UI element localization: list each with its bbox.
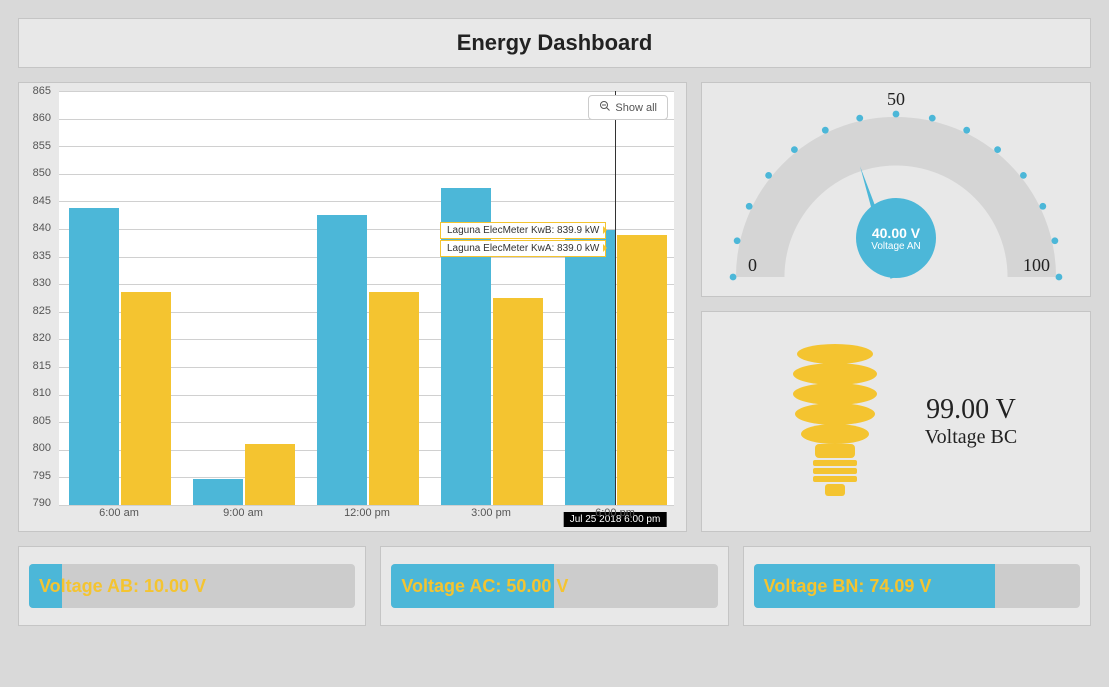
bar-group[interactable] <box>317 215 419 505</box>
y-tick: 825 <box>19 305 55 317</box>
y-tick: 790 <box>19 497 55 509</box>
bar-kwB[interactable] <box>69 208 119 505</box>
y-tick: 830 <box>19 277 55 289</box>
bar-kwB[interactable] <box>193 479 243 505</box>
voltage-bar-bn[interactable]: Voltage BN: 74.09 V <box>754 564 1080 608</box>
voltage-bar-ab[interactable]: Voltage AB: 10.00 V <box>29 564 355 608</box>
kw-chart-panel: 790 795 800 805 810 815 820 825 830 835 840 845 850 8… <box>18 82 687 532</box>
voltage-bar-ac[interactable]: Voltage AC: 50.00 V <box>391 564 717 608</box>
bar-kwA[interactable] <box>369 292 419 505</box>
bulb-panel: 99.00 V Voltage BC <box>701 311 1091 532</box>
y-tick: 805 <box>19 415 55 427</box>
x-tick: 12:00 pm <box>344 507 390 519</box>
voltage-bn-label: Voltage BN <box>764 576 859 596</box>
bar-group[interactable] <box>69 208 171 505</box>
bar-kwA[interactable] <box>493 298 543 505</box>
y-tick: 800 <box>19 442 55 454</box>
voltage-ac-value: 50.00 V <box>506 576 568 596</box>
y-tick: 840 <box>19 222 55 234</box>
bulb-icon <box>775 334 895 509</box>
voltage-row: Voltage AB: 10.00 V Voltage AC: 50.00 V … <box>18 546 1091 626</box>
page-title: Energy Dashboard <box>18 18 1091 68</box>
y-tick: 810 <box>19 387 55 399</box>
bar-group[interactable] <box>565 230 667 505</box>
chart-x-axis: 6:00 am 9:00 am 12:00 pm 3:00 pm 6:00 pm <box>59 507 674 525</box>
gauge-min-label: 0 <box>748 255 757 276</box>
y-tick: 850 <box>19 167 55 179</box>
bulb-value: 99.00 V <box>926 394 1016 426</box>
gauge-center: 40.00 V Voltage AN <box>856 198 936 278</box>
voltage-card-ab: Voltage AB: 10.00 V <box>18 546 366 626</box>
gauge-value-label: Voltage AN <box>871 241 920 252</box>
y-tick: 855 <box>19 140 55 152</box>
voltage-bn-value: 74.09 V <box>869 576 931 596</box>
show-all-label: Show all <box>615 102 657 114</box>
x-tick: 6:00 am <box>99 507 139 519</box>
chart-y-axis: 7907958008058108158208258308358408458508… <box>19 91 59 503</box>
voltage-card-bn: Voltage BN: 74.09 V <box>743 546 1091 626</box>
voltage-ac-label: Voltage AC <box>401 576 495 596</box>
zoom-out-icon <box>599 100 611 115</box>
chart-tooltip: Laguna ElecMeter KwA: 839.0 kW <box>440 240 606 257</box>
gauge-mid-label: 50 <box>887 89 905 110</box>
y-tick: 860 <box>19 112 55 124</box>
x-tick: 3:00 pm <box>471 507 511 519</box>
bar-kwA[interactable] <box>245 444 295 505</box>
right-column: 0 50 100 40.00 V Voltage AN <box>701 82 1091 532</box>
chart-hover-line <box>615 91 616 505</box>
gauge-max-label: 100 <box>1023 255 1050 276</box>
y-tick: 845 <box>19 195 55 207</box>
bar-group[interactable] <box>193 444 295 505</box>
gauge-value: 40.00 V <box>872 225 920 241</box>
main-row: 790 795 800 805 810 815 820 825 830 835 840 845 850 8… <box>18 82 1091 532</box>
bar-kwB[interactable] <box>317 215 367 505</box>
gauge-panel: 0 50 100 40.00 V Voltage AN <box>701 82 1091 297</box>
voltage-ab-label: Voltage AB <box>39 576 133 596</box>
y-tick: 820 <box>19 332 55 344</box>
voltage-ab-value: 10.00 V <box>144 576 206 596</box>
chart-tooltip: Laguna ElecMeter KwB: 839.9 kW <box>440 222 606 239</box>
x-tick: 6:00 pm <box>595 507 635 519</box>
y-tick: 865 <box>19 85 55 97</box>
voltage-card-ac: Voltage AC: 50.00 V <box>380 546 728 626</box>
y-tick: 835 <box>19 250 55 262</box>
x-tick: 9:00 am <box>223 507 263 519</box>
chart-plot-area[interactable]: Laguna ElecMeter KwB: 839.9 kWLaguna Ele… <box>59 91 674 505</box>
bar-kwA[interactable] <box>617 235 667 505</box>
bar-kwA[interactable] <box>121 292 171 505</box>
bulb-label: Voltage BC <box>925 426 1017 449</box>
show-all-button[interactable]: Show all <box>588 95 668 120</box>
y-tick: 815 <box>19 360 55 372</box>
bar-kwB[interactable] <box>565 230 615 505</box>
y-tick: 795 <box>19 470 55 482</box>
